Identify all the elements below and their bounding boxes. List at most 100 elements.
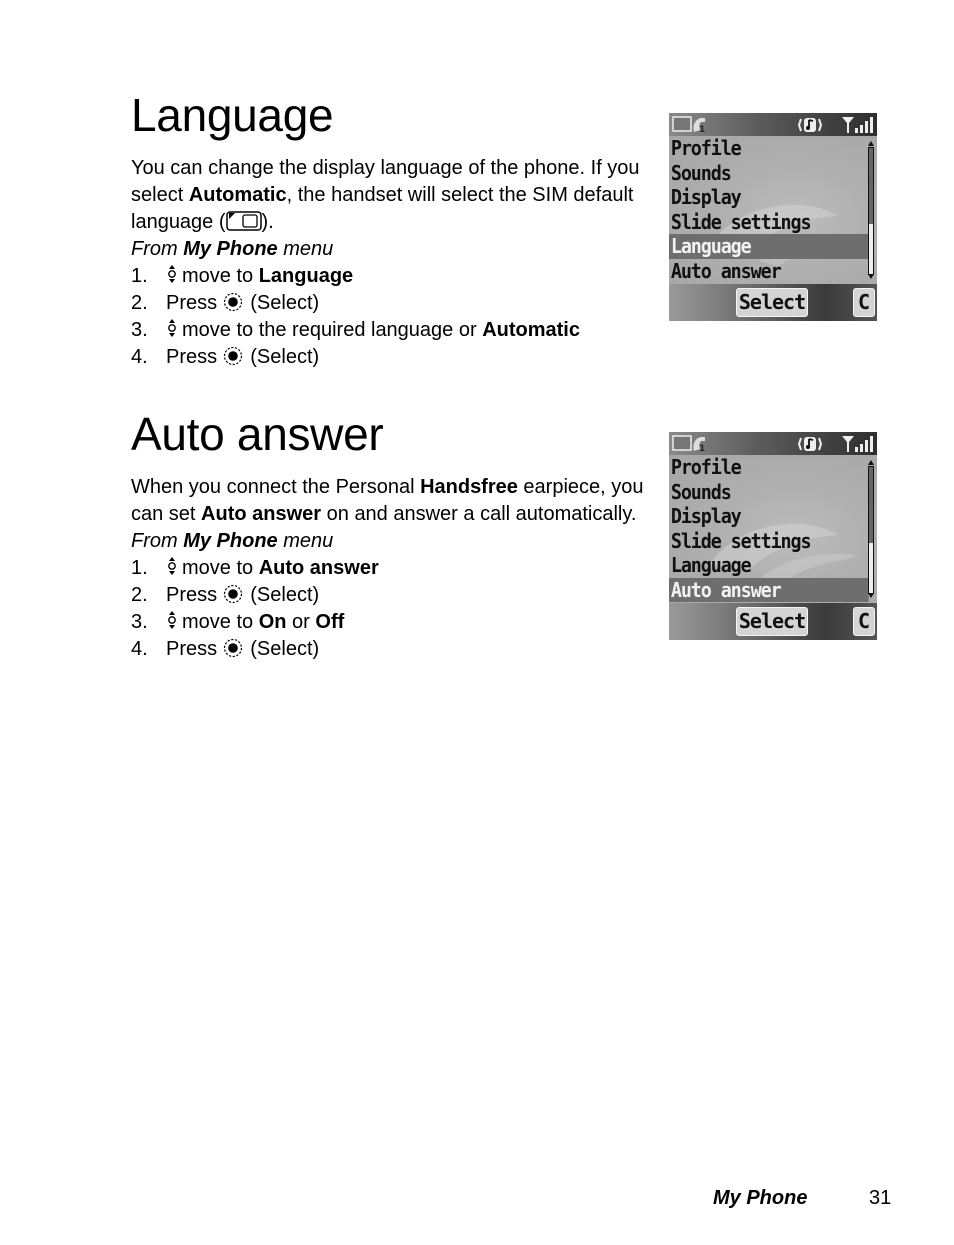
- step-text: (Select): [250, 346, 320, 368]
- menu-item-slide-settings[interactable]: Slide settings: [669, 210, 851, 235]
- menu-list: Profile Sounds Display Slide settings Langua…: [669, 136, 869, 284]
- bold-term: On: [258, 611, 287, 633]
- step-text: move to: [182, 611, 259, 633]
- menu-item-language[interactable]: Language: [669, 234, 869, 259]
- step-item: 2. Press (Select): [131, 290, 651, 317]
- nav-key-icon: [166, 265, 182, 287]
- select-key-icon: [223, 292, 245, 314]
- phone-screenshot-language: 1 Profile Sounds Display Slide settings Langu…: [669, 113, 877, 321]
- step-text: Press: [166, 638, 223, 660]
- from-prefix: From: [131, 238, 184, 260]
- select-key-icon: [223, 346, 245, 368]
- status-bar: 1: [669, 432, 877, 455]
- section-intro: When you connect the Personal Handsfree …: [131, 474, 651, 528]
- text-run: on and answer a call automatically.: [321, 503, 637, 525]
- text-run: ).: [261, 211, 274, 233]
- menu-item-display[interactable]: Display: [669, 504, 851, 529]
- menu-screen: Profile Sounds Display Slide settings Langua…: [669, 136, 877, 284]
- clear-softkey[interactable]: C: [853, 288, 875, 317]
- from-prefix: From: [131, 530, 184, 552]
- status-bar: 1: [669, 113, 877, 136]
- bold-term: Handsfree: [420, 476, 518, 498]
- section-intro: You can change the display language of t…: [131, 155, 651, 236]
- step-number: 1.: [131, 557, 148, 579]
- nav-key-icon: [166, 611, 182, 633]
- step-text: (Select): [250, 638, 320, 660]
- step-item: 2. Press (Select): [131, 582, 651, 609]
- select-key-icon: [223, 584, 245, 606]
- bold-term: Automatic: [188, 184, 287, 206]
- from-menu-name: My Phone: [183, 530, 278, 552]
- step-item: 3. move to On or Off: [131, 609, 651, 636]
- step-item: 4. Press (Select): [131, 344, 651, 371]
- scrollbar-thumb[interactable]: [869, 148, 873, 224]
- page-number: 31: [869, 1187, 892, 1209]
- scrollbar[interactable]: [868, 460, 874, 598]
- step-text: or: [286, 611, 316, 633]
- from-suffix: menu: [277, 238, 334, 260]
- nav-key-icon: [166, 557, 182, 579]
- svg-text:1: 1: [699, 125, 705, 134]
- step-item: 1. move to Auto answer: [131, 555, 651, 582]
- step-text: move to: [182, 557, 259, 579]
- step-text: (Select): [250, 292, 320, 314]
- step-number: 3.: [131, 611, 148, 633]
- step-item: 4. Press (Select): [131, 636, 651, 663]
- section-heading: Language: [131, 89, 334, 141]
- clear-softkey[interactable]: C: [853, 607, 875, 636]
- svg-text:1: 1: [699, 444, 705, 453]
- from-menu-name: My Phone: [183, 238, 278, 260]
- menu-item-profile[interactable]: Profile: [669, 455, 851, 480]
- select-key-icon: [223, 638, 245, 660]
- footer-section-title: My Phone: [713, 1187, 808, 1209]
- step-item: 3. move to the required language or Autom…: [131, 317, 651, 344]
- bold-term: Auto answer: [258, 557, 379, 579]
- step-text: move to the required language or: [182, 319, 483, 341]
- select-softkey[interactable]: Select: [736, 607, 808, 636]
- step-text: (Select): [250, 584, 320, 606]
- softkey-bar: Select C: [669, 284, 877, 321]
- step-number: 3.: [131, 319, 148, 341]
- step-number: 4.: [131, 638, 148, 660]
- step-text: move to: [182, 265, 259, 287]
- menu-item-auto-answer[interactable]: Auto answer: [669, 259, 851, 284]
- from-menu-line: From My Phone menu: [131, 236, 651, 263]
- menu-screen: Profile Sounds Display Slide settings Langua…: [669, 455, 877, 603]
- step-number: 1.: [131, 265, 148, 287]
- nav-key-icon: [166, 319, 182, 341]
- menu-item-profile[interactable]: Profile: [669, 136, 851, 161]
- select-softkey[interactable]: Select: [736, 288, 808, 317]
- step-number: 2.: [131, 292, 148, 314]
- bold-term: Off: [315, 611, 345, 633]
- step-text: Press: [166, 584, 223, 606]
- scrollbar-thumb[interactable]: [869, 467, 873, 543]
- scrollbar[interactable]: [868, 141, 874, 279]
- softkey-bar: Select C: [669, 603, 877, 640]
- menu-list: Profile Sounds Display Slide settings Langua…: [669, 455, 869, 602]
- section-language: Language You can change the display lang…: [131, 92, 651, 371]
- steps-list: 1. move to Auto answer 2. Press (Select) 3. m…: [131, 555, 651, 663]
- sim-card-icon: [225, 211, 262, 233]
- from-suffix: menu: [277, 530, 334, 552]
- step-text: Press: [166, 346, 223, 368]
- menu-item-slide-settings[interactable]: Slide settings: [669, 529, 851, 554]
- section-heading: Auto answer: [131, 408, 384, 460]
- text-run: When you connect the Personal: [131, 476, 421, 498]
- battery-icon: [672, 435, 692, 456]
- step-item: 1. move to Language: [131, 263, 651, 290]
- battery-icon: [672, 116, 692, 137]
- menu-item-language[interactable]: Language: [669, 553, 851, 578]
- menu-item-sounds[interactable]: Sounds: [669, 480, 851, 505]
- bold-term: Language: [258, 265, 354, 287]
- step-number: 4.: [131, 346, 148, 368]
- step-number: 2.: [131, 584, 148, 606]
- bold-term: Automatic: [482, 319, 580, 341]
- bold-term: Auto answer: [201, 503, 322, 525]
- section-auto-answer: Auto answer When you connect the Persona…: [131, 411, 651, 663]
- phone-screenshot-auto-answer: 1 Profile Sounds Display Slide settings Langu…: [669, 432, 877, 640]
- step-text: Press: [166, 292, 223, 314]
- menu-item-sounds[interactable]: Sounds: [669, 161, 851, 186]
- steps-list: 1. move to Language 2. Press (Select) 3. move…: [131, 263, 651, 371]
- menu-item-auto-answer[interactable]: Auto answer: [669, 577, 869, 602]
- menu-item-display[interactable]: Display: [669, 185, 851, 210]
